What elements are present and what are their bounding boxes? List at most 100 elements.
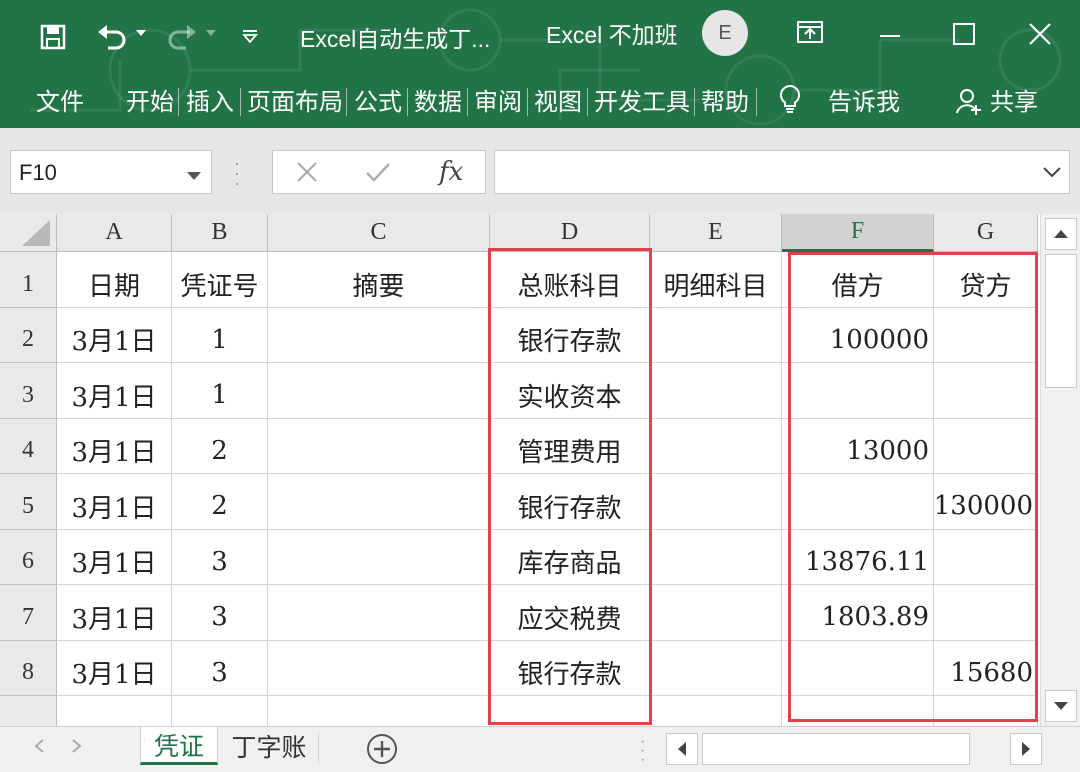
cell-voucher-no[interactable]: 1 [172, 307, 268, 363]
ribbon-display-options-icon[interactable] [792, 14, 828, 50]
cell-date[interactable] [57, 696, 172, 726]
cell-general-account[interactable]: 银行存款 [490, 640, 650, 696]
sheet-tab[interactable]: 丁字账 [220, 727, 318, 765]
undo-icon[interactable] [94, 20, 130, 52]
select-all-corner[interactable] [0, 214, 57, 252]
sheet-tab-active[interactable]: 凭证 [140, 727, 218, 765]
cell-sub-account[interactable] [650, 529, 782, 585]
tab-data[interactable]: 数据 [414, 82, 462, 117]
header-cell-sub-account[interactable]: 明细科目 [650, 252, 782, 308]
row-header[interactable]: 4 [0, 418, 57, 474]
cell-date[interactable]: 3月1日 [57, 529, 172, 585]
tab-view[interactable]: 视图 [534, 82, 582, 117]
maximize-icon[interactable] [946, 16, 982, 52]
row-header[interactable]: 1 [0, 252, 57, 308]
cell-debit[interactable] [782, 696, 934, 726]
tab-developer[interactable]: 开发工具 [594, 82, 690, 117]
tab-page-layout[interactable]: 页面布局 [247, 82, 343, 117]
tab-help[interactable]: 帮助 [701, 82, 749, 117]
row-header[interactable]: 5 [0, 474, 57, 530]
customize-toolbar-icon[interactable] [240, 26, 260, 46]
cell-general-account[interactable]: 银行存款 [490, 307, 650, 363]
cell-general-account[interactable]: 银行存款 [490, 474, 650, 530]
cell-summary[interactable] [268, 696, 490, 726]
cell-credit[interactable] [934, 529, 1038, 585]
share-user-icon[interactable] [954, 86, 984, 116]
cell-summary[interactable] [268, 640, 490, 696]
header-cell-summary[interactable]: 摘要 [268, 252, 490, 308]
cell-sub-account[interactable] [650, 474, 782, 530]
cell-voucher-no[interactable]: 3 [172, 585, 268, 641]
cell-credit[interactable] [934, 307, 1038, 363]
cell-credit[interactable] [934, 585, 1038, 641]
row-header[interactable]: 2 [0, 307, 57, 363]
cell-summary[interactable] [268, 418, 490, 474]
cancel-icon[interactable] [295, 160, 319, 189]
cell-summary[interactable] [268, 474, 490, 530]
cell-summary[interactable] [268, 307, 490, 363]
user-avatar[interactable]: E [702, 10, 748, 56]
cell-debit[interactable]: 13876.11 [782, 529, 934, 585]
horizontal-scrollbar[interactable] [666, 733, 1044, 767]
cell-date[interactable]: 3月1日 [57, 363, 172, 419]
cell-general-account[interactable]: 实收资本 [490, 363, 650, 419]
cell-general-account[interactable] [490, 696, 650, 726]
tab-insert[interactable]: 插入 [186, 82, 234, 117]
minimize-icon[interactable] [872, 16, 908, 52]
header-cell-voucher-no[interactable]: 凭证号 [172, 252, 268, 308]
cell-debit[interactable]: 1803.89 [782, 585, 934, 641]
scroll-left-button[interactable] [666, 733, 698, 765]
cell-summary[interactable] [268, 363, 490, 419]
scroll-down-button[interactable] [1045, 690, 1077, 722]
cell-debit[interactable] [782, 474, 934, 530]
cell-debit[interactable] [782, 363, 934, 419]
cell-sub-account[interactable] [650, 418, 782, 474]
header-cell-general-account[interactable]: 总账科目 [490, 252, 650, 308]
column-header-g[interactable]: G [934, 214, 1038, 252]
cell-date[interactable]: 3月1日 [57, 585, 172, 641]
prev-sheet-icon[interactable] [34, 739, 44, 758]
tab-home[interactable]: 开始 [126, 82, 174, 117]
next-sheet-icon[interactable] [72, 739, 82, 758]
enter-check-icon[interactable] [365, 160, 391, 189]
cell-date[interactable]: 3月1日 [57, 307, 172, 363]
tab-splitter-handle[interactable]: · · · [640, 734, 645, 768]
save-icon[interactable] [38, 22, 68, 52]
cell-date[interactable]: 3月1日 [57, 640, 172, 696]
formula-input[interactable] [494, 150, 1070, 194]
vertical-scroll-thumb[interactable] [1045, 254, 1077, 388]
header-cell-date[interactable]: 日期 [57, 252, 172, 308]
cell-credit[interactable] [934, 363, 1038, 419]
header-cell-credit[interactable]: 贷方 [934, 252, 1038, 308]
redo-icon[interactable] [164, 20, 200, 52]
cell-sub-account[interactable] [650, 640, 782, 696]
tab-formulas[interactable]: 公式 [354, 82, 402, 117]
cell-voucher-no[interactable]: 3 [172, 529, 268, 585]
cell-debit[interactable]: 100000 [782, 307, 934, 363]
cell-sub-account[interactable] [650, 696, 782, 726]
column-header-e[interactable]: E [650, 214, 782, 252]
undo-dropdown-icon[interactable] [134, 26, 148, 40]
column-header-d[interactable]: D [490, 214, 650, 252]
tell-me-search[interactable]: 告诉我 [828, 82, 900, 117]
lightbulb-icon[interactable] [776, 82, 804, 116]
scroll-right-button[interactable] [1010, 733, 1042, 765]
column-header-a[interactable]: A [57, 214, 172, 252]
row-header[interactable]: 7 [0, 585, 57, 641]
expand-formula-bar-icon[interactable] [1043, 165, 1061, 183]
row-header[interactable] [0, 696, 57, 726]
formula-bar-resize-handle[interactable]: · · · [234, 154, 240, 192]
cell-general-account[interactable]: 应交税费 [490, 585, 650, 641]
horizontal-scroll-thumb[interactable] [702, 733, 970, 765]
cell-debit[interactable] [782, 640, 934, 696]
close-icon[interactable] [1022, 16, 1058, 52]
tab-review[interactable]: 审阅 [474, 82, 522, 117]
vertical-scrollbar[interactable] [1040, 214, 1080, 726]
cell-general-account[interactable]: 库存商品 [490, 529, 650, 585]
cell-voucher-no[interactable]: 2 [172, 418, 268, 474]
cell-general-account[interactable]: 管理费用 [490, 418, 650, 474]
cell-voucher-no[interactable] [172, 696, 268, 726]
cell-credit[interactable] [934, 696, 1038, 726]
name-box[interactable]: F10 [10, 150, 212, 194]
column-header-c[interactable]: C [268, 214, 490, 252]
